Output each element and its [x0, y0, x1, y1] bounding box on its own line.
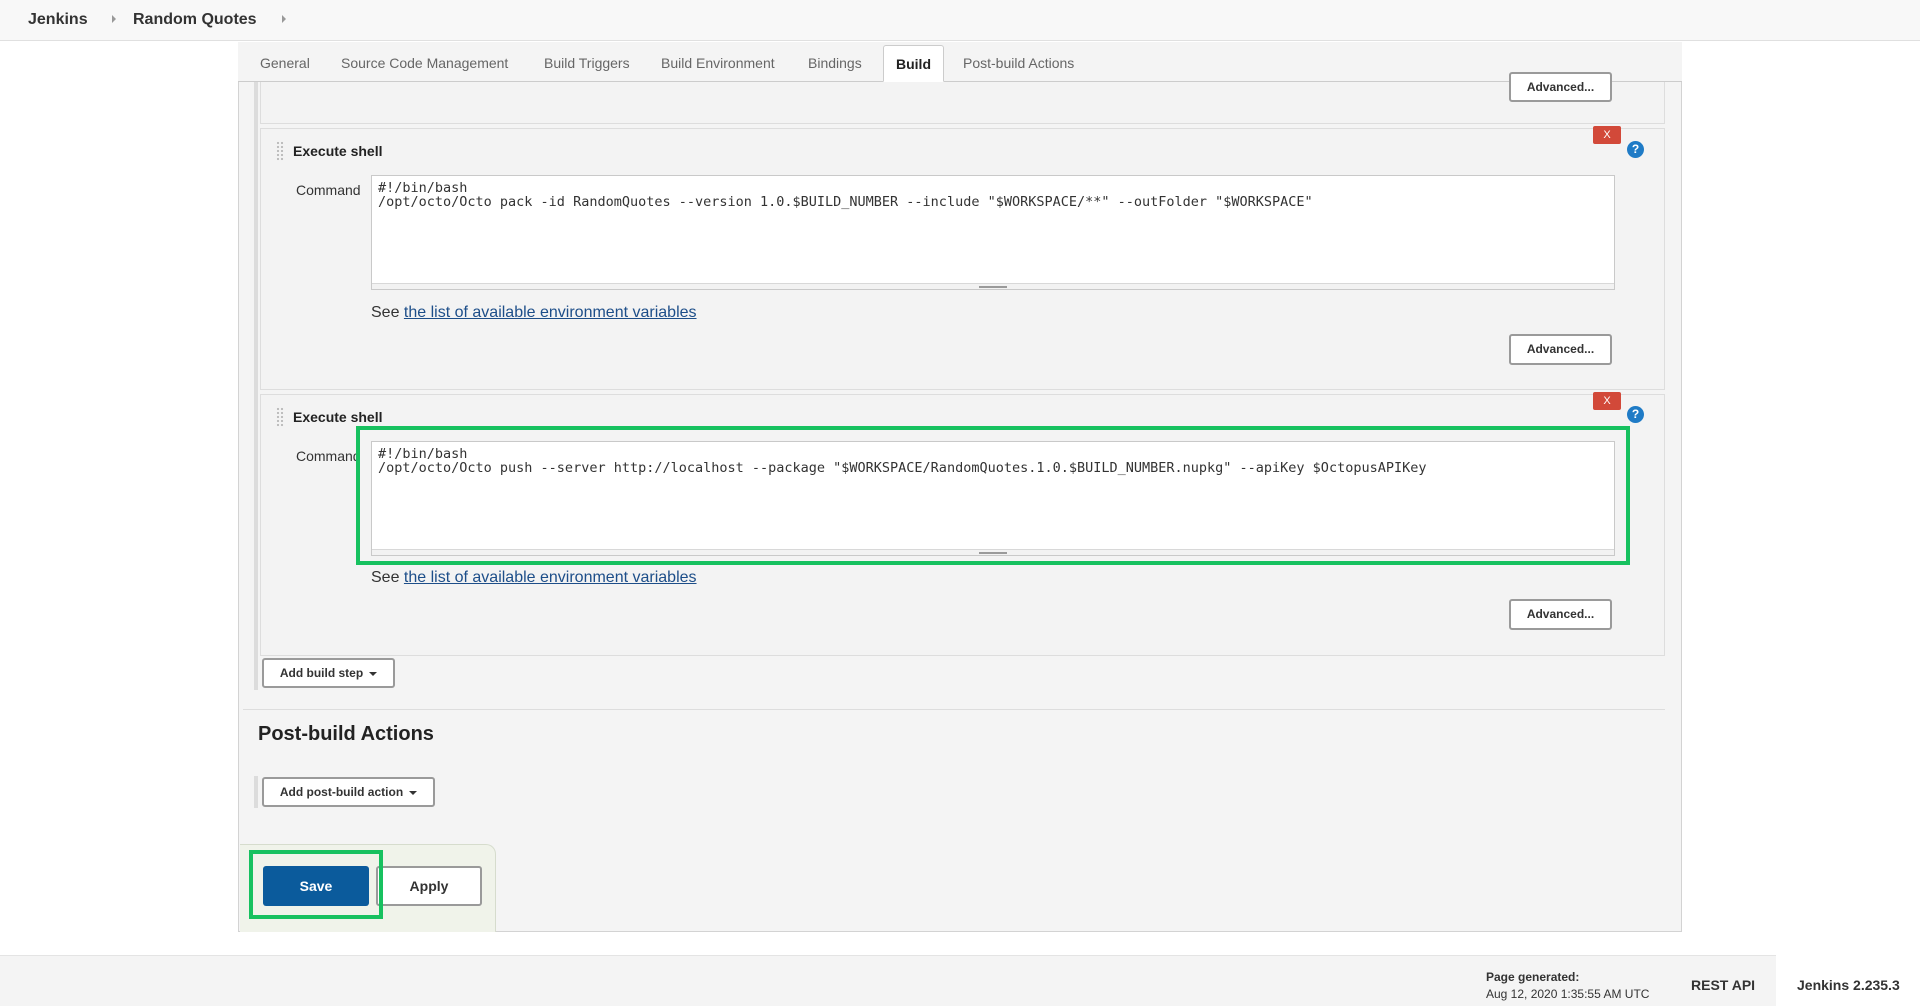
tab-source-code-management[interactable]: Source Code Management — [341, 55, 508, 71]
breadcrumb-bar: Jenkins Random Quotes — [0, 0, 1920, 41]
tab-bindings[interactable]: Bindings — [808, 55, 862, 71]
section-divider — [243, 709, 1665, 710]
textarea-resize-handle[interactable] — [372, 549, 1614, 555]
drag-handle-icon[interactable] — [276, 407, 284, 427]
env-vars-link[interactable]: the list of available environment variab… — [404, 569, 697, 586]
add-post-build-action-button[interactable]: Add post-build action — [262, 777, 435, 807]
save-button[interactable]: Save — [263, 866, 369, 906]
help-icon[interactable]: ? — [1627, 406, 1644, 423]
tab-post-build-actions[interactable]: Post-build Actions — [963, 55, 1074, 71]
add-post-build-action-label: Add post-build action — [279, 785, 404, 799]
tab-build[interactable]: Build — [883, 45, 944, 82]
chevron-down-icon — [409, 790, 418, 795]
breadcrumb-separator-icon — [112, 15, 116, 23]
build-step-title: Execute shell — [293, 409, 383, 425]
rest-api-link[interactable]: REST API — [1691, 977, 1755, 993]
build-section-rail — [254, 82, 258, 690]
breadcrumb-jenkins[interactable]: Jenkins — [28, 11, 88, 29]
see-prefix: See — [371, 304, 400, 321]
advanced-button-previous[interactable]: Advanced... — [1509, 72, 1612, 102]
textarea-resize-handle[interactable] — [372, 283, 1614, 289]
advanced-button[interactable]: Advanced... — [1509, 334, 1612, 365]
command-line-pack: /opt/octo/Octo pack -id RandomQuotes --v… — [378, 194, 1313, 210]
help-icon[interactable]: ? — [1627, 141, 1644, 158]
build-step-title: Execute shell — [293, 143, 383, 159]
delete-step-button[interactable]: X — [1593, 392, 1621, 410]
jenkins-version-link[interactable]: Jenkins 2.235.3 — [1797, 977, 1900, 993]
page-generated-label: Page generated: — [1486, 970, 1580, 984]
breadcrumb-random-quotes[interactable]: Random Quotes — [133, 11, 257, 29]
command-label: Command — [296, 182, 361, 198]
post-build-rail — [254, 776, 258, 808]
env-vars-note: See the list of available environment va… — [371, 304, 697, 322]
env-vars-link[interactable]: the list of available environment variab… — [404, 304, 697, 321]
build-step-previous — [260, 82, 1665, 124]
tab-build-triggers[interactable]: Build Triggers — [544, 55, 630, 71]
command-line-push: /opt/octo/Octo push --server http://loca… — [378, 460, 1427, 476]
breadcrumb-menu-icon[interactable] — [282, 15, 286, 23]
tab-general[interactable]: General — [260, 55, 310, 71]
see-prefix: See — [371, 569, 400, 586]
tab-build-environment[interactable]: Build Environment — [661, 55, 775, 71]
config-tabs: General Source Code Management Build Tri… — [238, 42, 1682, 82]
apply-button[interactable]: Apply — [376, 866, 482, 906]
delete-step-button[interactable]: X — [1593, 126, 1621, 144]
command-label: Command — [296, 448, 361, 464]
add-build-step-label: Add build step — [279, 666, 364, 680]
drag-handle-icon[interactable] — [276, 141, 284, 161]
page-generated-date: Aug 12, 2020 1:35:55 AM UTC — [1486, 987, 1650, 1001]
post-build-heading: Post-build Actions — [258, 723, 434, 745]
chevron-down-icon — [369, 671, 378, 676]
command-textarea[interactable]: #!/bin/bash /opt/octo/Octo pack -id Rand… — [371, 175, 1615, 290]
add-build-step-button[interactable]: Add build step — [262, 658, 395, 688]
command-textarea[interactable]: #!/bin/bash /opt/octo/Octo push --server… — [371, 441, 1615, 556]
env-vars-note: See the list of available environment va… — [371, 569, 697, 587]
advanced-button[interactable]: Advanced... — [1509, 599, 1612, 630]
